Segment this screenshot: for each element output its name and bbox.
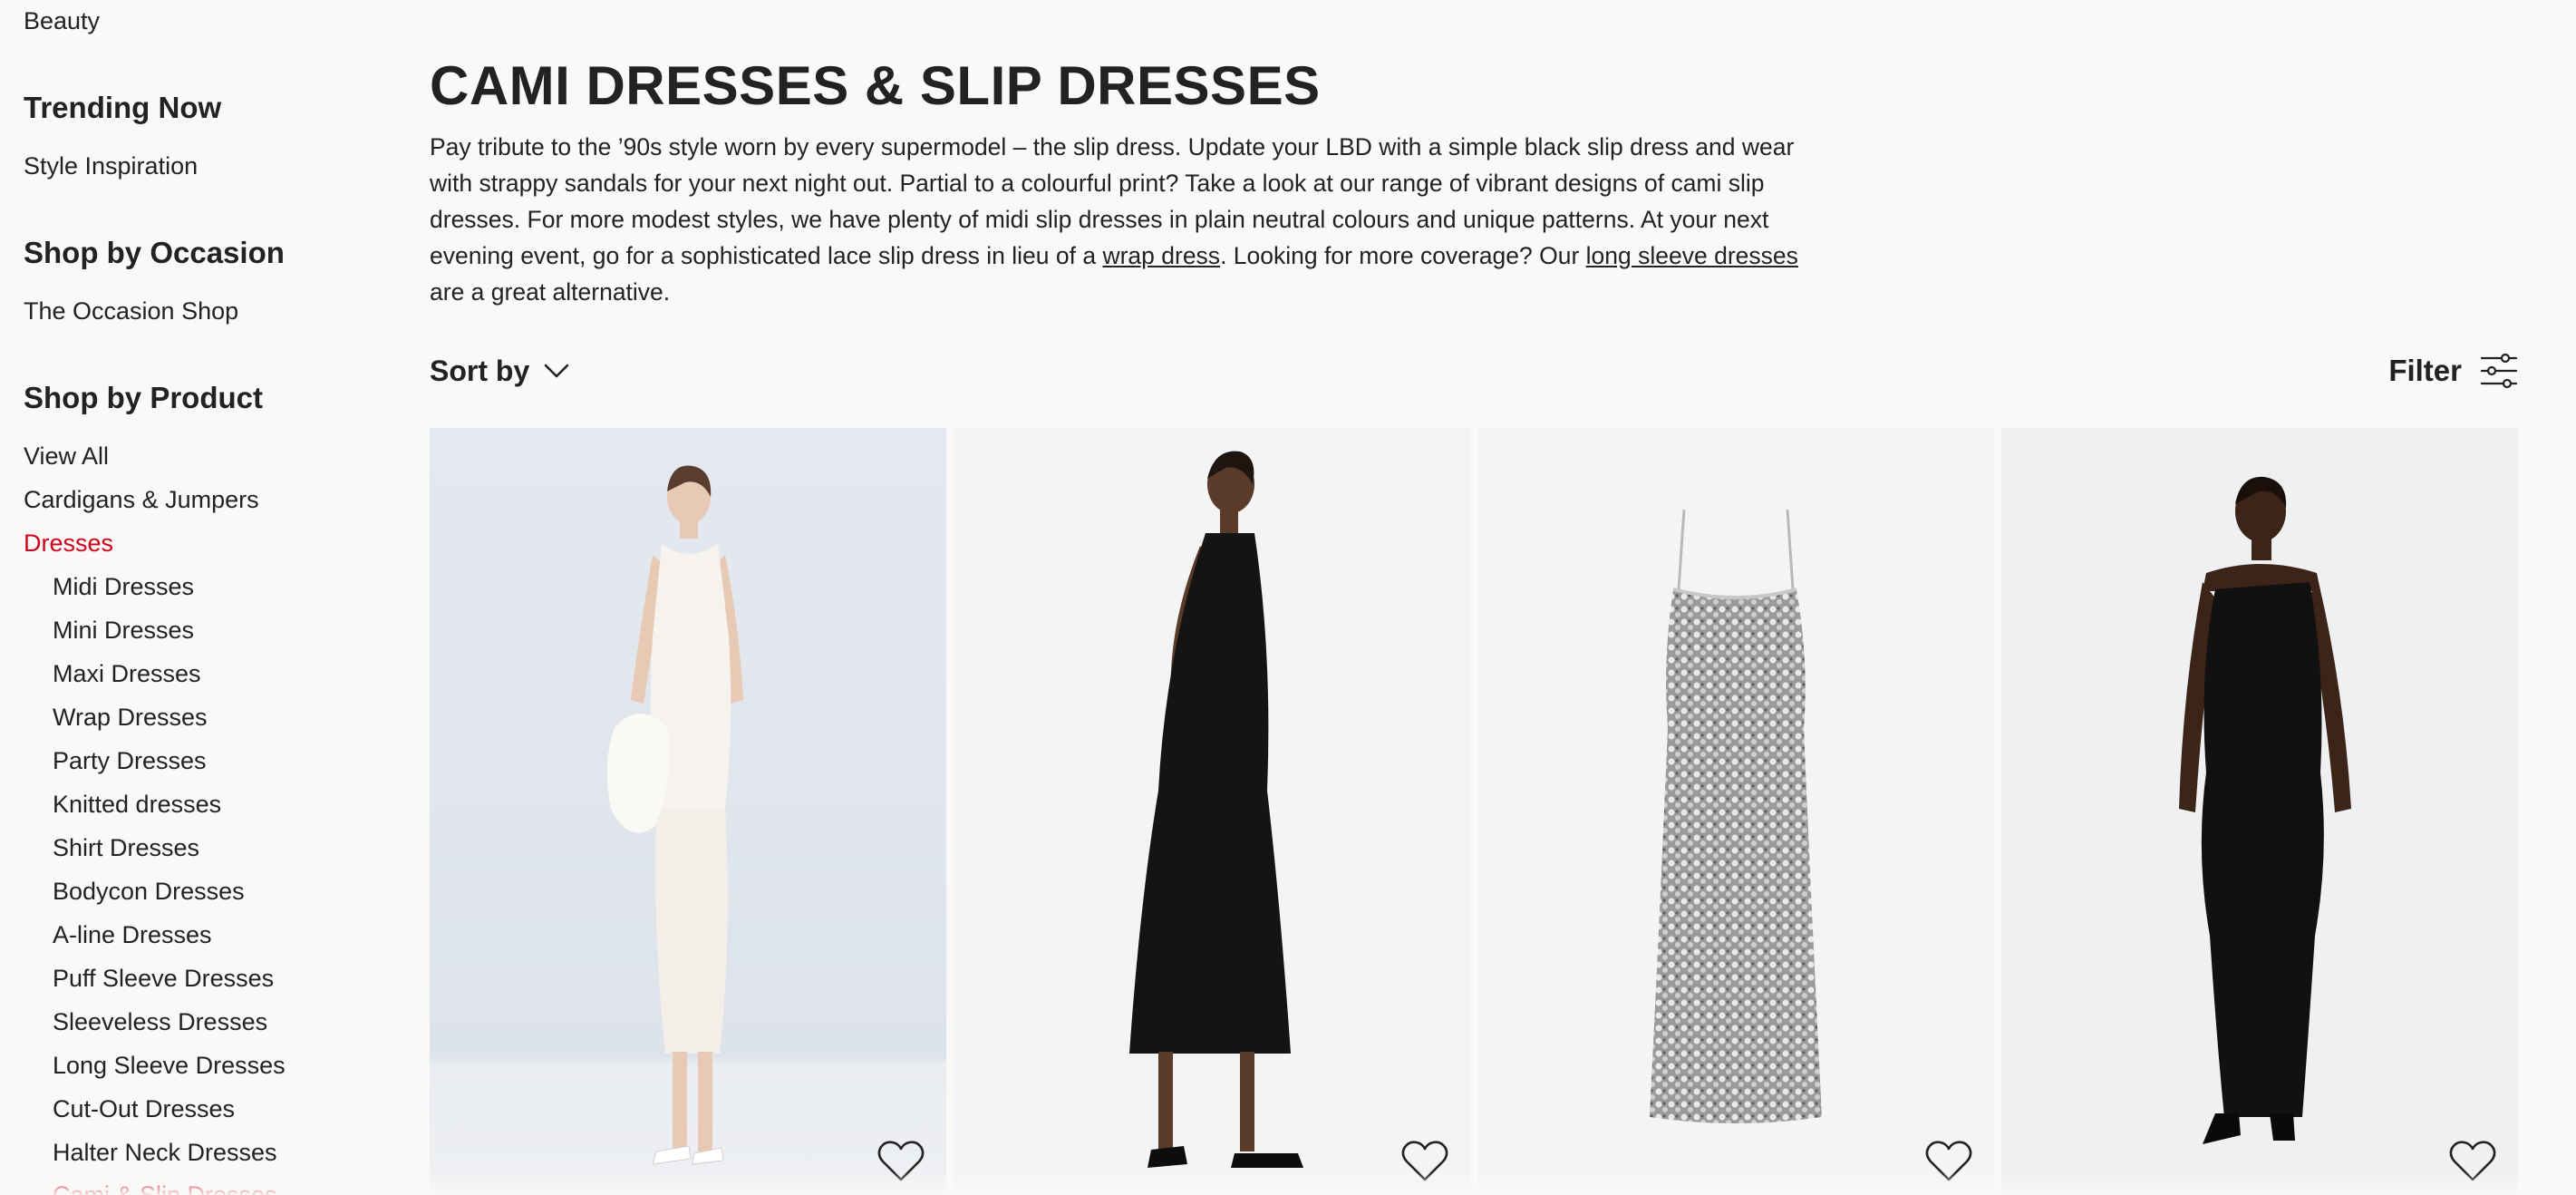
sidebar-subitem-bodycon[interactable]: Bodycon Dresses: [53, 878, 245, 906]
sidebar-item-cardigans[interactable]: Cardigans & Jumpers: [24, 486, 259, 514]
product-grid: [430, 428, 2518, 1195]
heart-icon[interactable]: [1923, 1139, 1974, 1184]
product-card-4[interactable]: [2001, 428, 2518, 1195]
sidebar-subitem-sleeveless[interactable]: Sleeveless Dresses: [53, 1008, 267, 1036]
sidebar-subitem-cami-slip[interactable]: Cami & Slip Dresses: [53, 1181, 277, 1195]
description-text-3: are a great alternative.: [430, 278, 671, 306]
sidebar-item-dresses[interactable]: Dresses: [24, 529, 113, 558]
sidebar-subitem-shirt[interactable]: Shirt Dresses: [53, 834, 199, 862]
sidebar-subitem-halter-neck[interactable]: Halter Neck Dresses: [53, 1139, 277, 1167]
product-card-1[interactable]: [430, 428, 946, 1195]
heart-icon[interactable]: [2447, 1139, 2498, 1184]
description-text-2: . Looking for more coverage? Our: [1220, 242, 1586, 269]
product-image-1[interactable]: [430, 428, 946, 1195]
product-image-4[interactable]: [2001, 428, 2518, 1195]
sort-by-label: Sort by: [430, 354, 530, 387]
filter-button[interactable]: Filter: [2388, 345, 2518, 397]
sidebar-subitem-a-line[interactable]: A-line Dresses: [53, 921, 212, 949]
sidebar-item-view-all[interactable]: View All: [24, 442, 109, 471]
main-content: CAMI DRESSES & SLIP DRESSES Pay tribute …: [430, 0, 2518, 1195]
sidebar-heading-occasion: Shop by Occasion: [24, 236, 285, 269]
sidebar-subitem-knitted[interactable]: Knitted dresses: [53, 791, 221, 819]
sidebar-item-beauty[interactable]: Beauty: [24, 7, 100, 35]
sidebar-subitem-party[interactable]: Party Dresses: [53, 747, 207, 775]
sidebar-subitem-midi[interactable]: Midi Dresses: [53, 573, 194, 601]
sidebar-heading-product: Shop by Product: [24, 381, 263, 414]
sidebar-subitem-long-sleeve[interactable]: Long Sleeve Dresses: [53, 1052, 286, 1080]
product-card-3[interactable]: [1477, 428, 1994, 1195]
product-card-2[interactable]: [954, 428, 1470, 1195]
sidebar-subitem-cut-out[interactable]: Cut-Out Dresses: [53, 1095, 235, 1123]
category-description: Pay tribute to the ’90s style worn by ev…: [430, 129, 1825, 310]
wrap-dress-link[interactable]: wrap dress: [1102, 242, 1220, 269]
product-image-3[interactable]: [1477, 428, 1994, 1195]
product-image-2[interactable]: [954, 428, 1470, 1195]
sidebar-subitem-wrap[interactable]: Wrap Dresses: [53, 704, 208, 732]
sort-by-button[interactable]: Sort by: [430, 348, 569, 393]
page-title: CAMI DRESSES & SLIP DRESSES: [430, 55, 1321, 116]
sidebar-subitem-mini[interactable]: Mini Dresses: [53, 617, 194, 645]
heart-icon[interactable]: [1399, 1139, 1450, 1184]
sidebar-subitem-maxi[interactable]: Maxi Dresses: [53, 660, 201, 688]
sliders-icon: [2480, 353, 2518, 389]
chevron-down-icon: [544, 364, 569, 378]
sidebar-nav: Beauty Trending Now Style Inspiration Sh…: [24, 0, 386, 1195]
filter-label: Filter: [2388, 354, 2462, 387]
sidebar-item-style-inspiration[interactable]: Style Inspiration: [24, 152, 198, 180]
long-sleeve-dresses-link[interactable]: long sleeve dresses: [1586, 242, 1798, 269]
sidebar-subitem-puff-sleeve[interactable]: Puff Sleeve Dresses: [53, 965, 274, 993]
sidebar-heading-trending: Trending Now: [24, 91, 222, 124]
heart-icon[interactable]: [876, 1139, 926, 1184]
sidebar-item-occasion-shop[interactable]: The Occasion Shop: [24, 297, 238, 325]
